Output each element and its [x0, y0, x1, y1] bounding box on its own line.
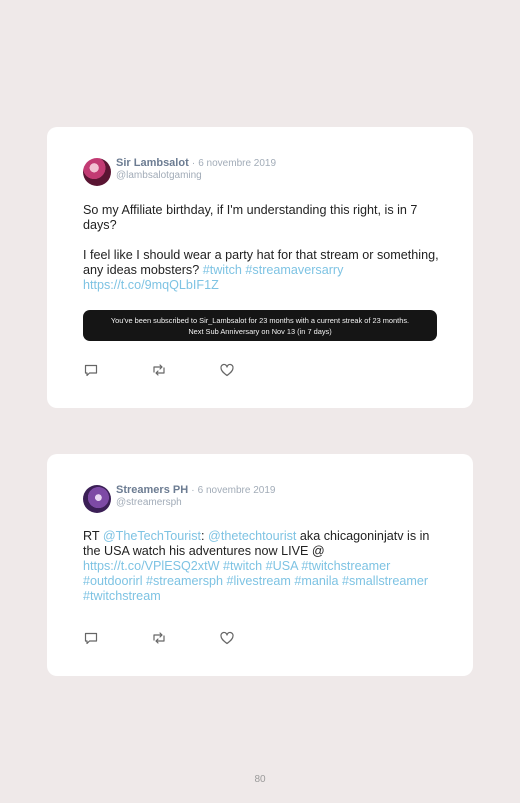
tweet-card-1: Sir Lambsalot · 6 novembre 2019 @lambsal…: [47, 127, 473, 408]
avatar[interactable]: [83, 158, 111, 186]
retweet-icon[interactable]: [151, 630, 167, 646]
separator-dot: ·: [191, 485, 195, 496]
tweet-text-line: So my Affiliate birthday, if I'm underst…: [83, 203, 418, 232]
reply-icon[interactable]: [83, 630, 99, 646]
subscription-banner-image[interactable]: You've been subscribed to Sir_Lambsalot …: [83, 310, 437, 341]
tweet-date[interactable]: 6 novembre 2019: [198, 485, 276, 496]
retweet-prefix: RT: [83, 529, 103, 543]
user-handle[interactable]: @lambsalotgaming: [116, 170, 276, 182]
reply-icon[interactable]: [83, 362, 99, 378]
tweet-card-2: Streamers PH · 6 novembre 2019 @streamer…: [47, 454, 473, 676]
tweet-url-link[interactable]: https://t.co/VPlESQ2xtW: [83, 559, 219, 573]
tweet-actions: [83, 362, 287, 378]
tweet-header: Sir Lambsalot · 6 novembre 2019 @lambsal…: [83, 157, 276, 186]
mention-link[interactable]: @thetechtourist: [208, 529, 296, 543]
tweet-actions: [83, 630, 287, 646]
retweet-icon[interactable]: [151, 362, 167, 378]
display-name[interactable]: Sir Lambsalot: [116, 157, 189, 169]
mention-link[interactable]: @TheTechTourist: [103, 529, 201, 543]
avatar[interactable]: [83, 485, 111, 513]
banner-line: You've been subscribed to Sir_Lambsalot …: [110, 315, 410, 325]
display-name[interactable]: Streamers PH: [116, 484, 188, 496]
page-number: 80: [254, 774, 266, 785]
tweet-text: So my Affiliate birthday, if I'm underst…: [83, 203, 443, 293]
tweet-date[interactable]: 6 novembre 2019: [198, 158, 276, 169]
tweet-url-link[interactable]: https://t.co/9mqQLbIF1Z: [83, 278, 219, 292]
like-icon[interactable]: [219, 630, 235, 646]
tweet-text: RT @TheTechTourist: @thetechtourist aka …: [83, 529, 443, 604]
separator-dot: ·: [191, 158, 196, 169]
tweet-header: Streamers PH · 6 novembre 2019 @streamer…: [83, 484, 275, 513]
banner-line: Next Sub Anniversary on Nov 13 (in 7 day…: [188, 326, 332, 336]
tweet-text-fragment: :: [201, 529, 209, 543]
hashtag-link[interactable]: #streamaversarry: [245, 263, 343, 277]
hashtag-link[interactable]: #twitch: [203, 263, 242, 277]
like-icon[interactable]: [219, 362, 235, 378]
user-handle[interactable]: @streamersph: [116, 497, 275, 509]
